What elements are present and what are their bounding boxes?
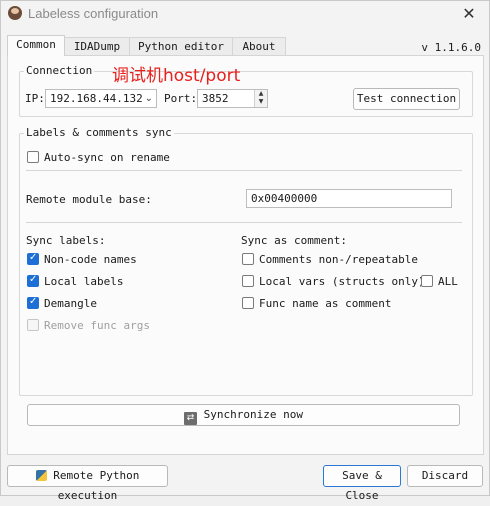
tab-idadump[interactable]: IDADump xyxy=(64,37,130,55)
comments-repeatable-label: Comments non-/repeatable xyxy=(259,253,418,266)
comments-repeatable-checkbox[interactable] xyxy=(242,253,254,265)
func-name-comment-checkbox[interactable] xyxy=(242,297,254,309)
sync-group-title: Labels & comments sync xyxy=(24,126,174,139)
port-value: 3852 xyxy=(202,92,229,105)
app-icon xyxy=(8,6,22,20)
func-name-comment-label: Func name as comment xyxy=(259,297,392,310)
ip-value: 192.168.44.132 xyxy=(50,92,143,105)
non-code-names-label: Non-code names xyxy=(44,253,137,266)
local-labels-label: Local labels xyxy=(44,275,124,288)
remote-python-button[interactable]: Remote Python execution xyxy=(7,465,168,502)
test-connection-button[interactable]: Test connection xyxy=(353,88,460,110)
save-close-button[interactable]: Save & Close xyxy=(323,465,401,502)
ip-label: IP: xyxy=(25,92,45,105)
port-spinbox[interactable]: 3852 ▲ ▼ xyxy=(197,89,268,108)
local-labels-checkbox[interactable] xyxy=(27,274,39,287)
all-checkbox[interactable] xyxy=(421,275,433,287)
local-vars-checkbox[interactable] xyxy=(242,275,254,287)
non-code-names-checkbox[interactable] xyxy=(27,252,39,265)
local-vars-label: Local vars (structs only) xyxy=(259,275,425,288)
tab-common[interactable]: Common xyxy=(7,35,65,56)
window-title: Labeless configuration xyxy=(28,6,159,21)
divider xyxy=(26,222,462,223)
port-label: Port: xyxy=(164,92,198,105)
tab-about[interactable]: About xyxy=(232,37,286,55)
ip-combo[interactable]: 192.168.44.132 ⌄ xyxy=(45,89,157,108)
config-window: Labeless configuration ✕ Common IDADump … xyxy=(0,0,490,502)
demangle-checkbox[interactable] xyxy=(27,296,39,309)
auto-sync-label: Auto-sync on rename xyxy=(44,151,170,164)
synchronize-now-label: Synchronize now xyxy=(203,408,303,421)
demangle-label: Demangle xyxy=(44,297,97,310)
title-bar[interactable]: Labeless configuration ✕ xyxy=(1,1,489,27)
tab-python-editor[interactable]: Python editor xyxy=(129,37,233,55)
auto-sync-checkbox[interactable] xyxy=(27,151,39,163)
synchronize-now-button[interactable]: ⇄ Synchronize now xyxy=(27,404,460,426)
all-label: ALL xyxy=(438,275,458,288)
sync-comment-title: Sync as comment: xyxy=(241,234,347,247)
chevron-down-icon: ⌄ xyxy=(144,93,153,104)
close-icon[interactable]: ✕ xyxy=(459,4,479,24)
version-label: v 1.1.6.0 xyxy=(421,41,481,54)
remote-base-label: Remote module base: xyxy=(26,193,152,206)
host-port-annotation: 调试机host/port xyxy=(112,66,241,86)
remote-python-label: Remote Python execution xyxy=(53,469,140,502)
connection-group-title: Connection xyxy=(24,64,95,77)
remove-func-args-label: Remove func args xyxy=(44,319,150,332)
sync-labels-title: Sync labels: xyxy=(26,234,106,247)
common-tab-panel: Connection IP: 192.168.44.132 ⌄ Port: 38… xyxy=(7,55,484,455)
remote-base-input[interactable]: 0x00400000 xyxy=(246,189,452,208)
divider xyxy=(26,170,462,171)
port-stepper[interactable]: ▲ ▼ xyxy=(254,90,267,107)
python-icon xyxy=(35,470,47,481)
discard-button[interactable]: Discard xyxy=(407,465,483,487)
spin-down-icon[interactable]: ▼ xyxy=(255,98,267,106)
spin-up-icon[interactable]: ▲ xyxy=(255,90,267,98)
remove-func-args-checkbox xyxy=(27,319,39,331)
sync-icon: ⇄ xyxy=(184,412,198,425)
